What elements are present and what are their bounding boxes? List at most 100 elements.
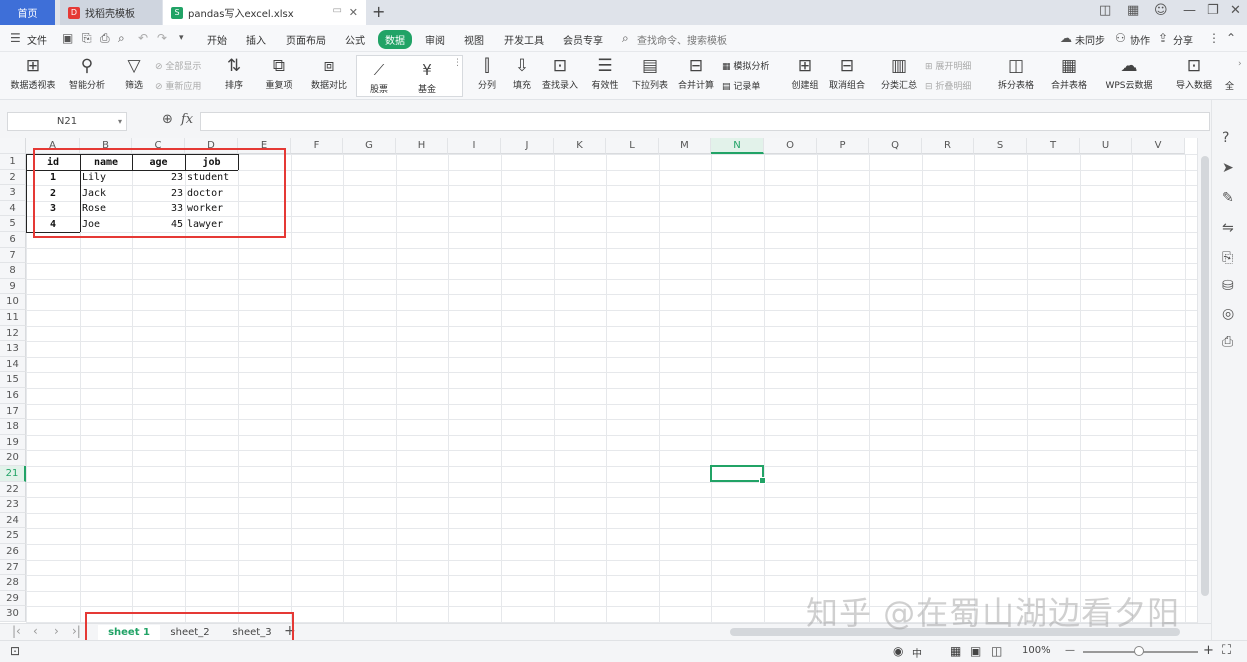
menu-member[interactable]: 会员专享 (563, 32, 603, 47)
row-header-12[interactable]: 12 (0, 325, 26, 342)
column-header-f[interactable]: F (291, 138, 343, 154)
duplicates-button[interactable]: ⧉ 重复项 (261, 52, 297, 91)
expand-details-button[interactable]: ⊞ 展开明细 (925, 59, 971, 72)
restore-icon[interactable]: ❐ (1207, 3, 1219, 18)
row-header-4[interactable]: 4 (0, 200, 26, 217)
menu-dev-tools[interactable]: 开发工具 (504, 32, 544, 47)
reapply-button[interactable]: ⊘ 重新应用 (155, 79, 201, 92)
collapse-details-button[interactable]: ⊟ 折叠明细 (925, 79, 971, 92)
row-header-18[interactable]: 18 (0, 419, 26, 435)
row-header-6[interactable]: 6 (0, 232, 26, 248)
layout-icon[interactable]: ◫ (1099, 3, 1111, 18)
quick-access-dropdown-icon[interactable]: ▾ (179, 33, 184, 43)
row-header-19[interactable]: 19 (0, 434, 26, 451)
sort-button[interactable]: ⇅ 排序 (219, 52, 249, 91)
column-header-p[interactable]: P (817, 138, 869, 154)
data-icon[interactable]: ⛁ (1222, 278, 1234, 294)
row-header-27[interactable]: 27 (0, 559, 26, 576)
page-break-view-icon[interactable]: ◫ (991, 644, 1002, 658)
row-header-15[interactable]: 15 (0, 372, 26, 388)
row-header-28[interactable]: 28 (0, 575, 26, 591)
row-header-11[interactable]: 11 (0, 310, 26, 326)
dropdown-list-button[interactable]: ▤ 下拉列表 (630, 52, 670, 91)
sync-status[interactable]: 未同步 (1075, 32, 1105, 47)
ungroup-button[interactable]: ⊟ 取消组合 (827, 52, 867, 91)
column-header-h[interactable]: H (396, 138, 448, 154)
share-button[interactable]: 分享 (1173, 32, 1193, 47)
spreadsheet-grid[interactable]: A B C D E F G H I J K L M N O P Q R S T U V 1 2 3 4 5 6 7 8 9 10 11 12 13 1… (0, 138, 1197, 623)
column-header-i[interactable]: I (448, 138, 501, 154)
column-header-u[interactable]: U (1080, 138, 1132, 154)
avatar[interactable]: ☺ (1154, 3, 1168, 18)
close-tab-icon[interactable]: ✕ (349, 6, 358, 19)
minimize-icon[interactable]: — (1183, 3, 1196, 18)
split-table-button[interactable]: ◫ 拆分表格 (993, 52, 1039, 91)
pin-icon[interactable]: ▭ (333, 5, 342, 16)
column-header-s[interactable]: S (974, 138, 1027, 154)
column-header-k[interactable]: K (554, 138, 606, 154)
show-all-button[interactable]: ⊘ 全部显示 (155, 59, 201, 72)
merge-calc-button[interactable]: ⊟ 合并计算 (676, 52, 716, 91)
vertical-scroll-thumb[interactable] (1201, 156, 1209, 596)
stock-button[interactable]: ⟋ 股票 (363, 56, 395, 95)
column-header-l[interactable]: L (606, 138, 659, 154)
column-header-n[interactable]: N (711, 138, 764, 154)
row-header-25[interactable]: 25 (0, 528, 26, 544)
new-tab-button[interactable]: + (372, 2, 385, 21)
page-layout-view-icon[interactable]: ▣ (970, 644, 981, 658)
prev-sheet-icon[interactable]: ‹ (33, 624, 38, 638)
menu-review[interactable]: 审阅 (425, 32, 445, 47)
wps-cloud-data-button[interactable]: ☁ WPS云数据 (1100, 52, 1158, 91)
vertical-scrollbar[interactable] (1197, 138, 1211, 623)
row-header-8[interactable]: 8 (0, 263, 26, 279)
simulate-analysis-button[interactable]: ▦ 模拟分析 (722, 59, 769, 72)
column-header-o[interactable]: O (764, 138, 817, 154)
select-all-corner[interactable] (0, 138, 26, 154)
fx-icon[interactable]: fx (181, 112, 193, 127)
column-header-g[interactable]: G (343, 138, 396, 154)
row-header-3[interactable]: 3 (0, 185, 26, 201)
next-sheet-icon[interactable]: › (54, 624, 59, 638)
column-header-r[interactable]: R (922, 138, 974, 154)
undo-icon[interactable]: ↶ (138, 31, 148, 45)
more-icon[interactable]: ⋮ (1208, 31, 1220, 45)
row-header-29[interactable]: 29 (0, 590, 26, 607)
name-box[interactable]: N21 ▾ (7, 112, 127, 131)
merge-table-button[interactable]: ▦ 合并表格 (1046, 52, 1092, 91)
redo-icon[interactable]: ↷ (157, 31, 167, 45)
name-box-dropdown-icon[interactable]: ▾ (118, 113, 122, 130)
column-header-t[interactable]: T (1027, 138, 1080, 154)
row-header-10[interactable]: 10 (0, 294, 26, 310)
row-header-17[interactable]: 17 (0, 403, 26, 420)
gallery-scroll-icon[interactable]: ⋮ (453, 58, 462, 68)
zoom-out-icon[interactable]: — (1065, 645, 1075, 656)
normal-view-icon[interactable]: ▦ (950, 644, 961, 658)
hamburger-menu-icon[interactable]: ☰ (10, 31, 21, 45)
smart-analysis-button[interactable]: ⚲ 智能分析 (66, 52, 108, 91)
last-sheet-icon[interactable]: ›| (72, 624, 81, 638)
formula-input[interactable] (200, 112, 1210, 131)
input-mode[interactable]: 中 (912, 645, 922, 660)
tab-file[interactable]: S pandas写入excel.xlsx ▭ ✕ (163, 0, 366, 25)
data-compare-button[interactable]: ⧈ 数据对比 (306, 52, 352, 91)
eye-protect-icon[interactable]: ◉ (893, 644, 903, 658)
collab-button[interactable]: 协作 (1130, 32, 1150, 47)
zoom-search-icon[interactable]: ⊕ (162, 112, 173, 127)
location-icon[interactable]: ◎ (1222, 306, 1234, 322)
row-header-30[interactable]: 30 (0, 606, 26, 622)
style-icon[interactable]: ✎ (1222, 190, 1234, 206)
menu-page-layout[interactable]: 页面布局 (286, 32, 326, 47)
ribbon-more-button[interactable]: 全 (1225, 79, 1234, 92)
menu-insert[interactable]: 插入 (246, 32, 266, 47)
validity-button[interactable]: ☰ 有效性 (587, 52, 623, 91)
close-window-icon[interactable]: ✕ (1230, 3, 1241, 18)
row-header-2[interactable]: 2 (0, 169, 26, 186)
row-header-7[interactable]: 7 (0, 247, 26, 264)
menu-data[interactable]: 数据 (378, 30, 412, 49)
import-data-button[interactable]: ⊡ 导入数据 (1170, 52, 1218, 91)
properties-icon[interactable]: ⇋ (1222, 220, 1234, 236)
menu-formula[interactable]: 公式 (345, 32, 365, 47)
help-icon[interactable]: ? (1222, 130, 1229, 146)
row-header-13[interactable]: 13 (0, 341, 26, 357)
row-header-16[interactable]: 16 (0, 388, 26, 404)
